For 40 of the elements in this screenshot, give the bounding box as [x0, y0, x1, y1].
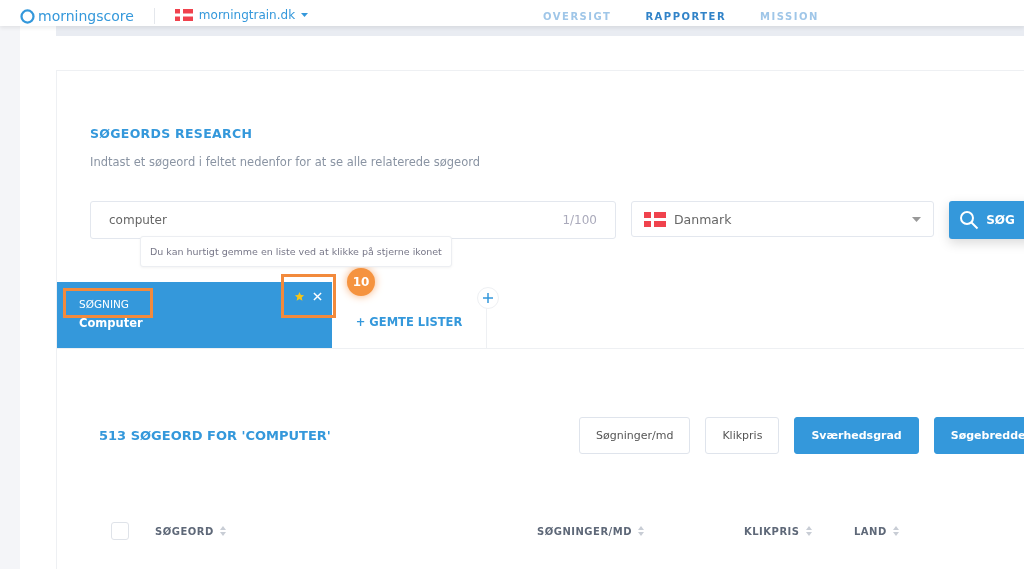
search-tab[interactable]: SØGNING Computer	[57, 282, 332, 348]
caret-icon	[912, 216, 922, 222]
results-title: 513 SØGEORD FOR 'COMPUTER'	[99, 428, 332, 443]
column-header[interactable]: KLIKPRIS	[744, 525, 800, 537]
nav-tab[interactable]: RAPPORTER	[645, 11, 727, 22]
sort-icon[interactable]	[638, 526, 644, 536]
search-value: computer	[109, 213, 167, 227]
caret-icon	[301, 13, 309, 17]
search-icon	[959, 210, 980, 230]
add-tab-button[interactable]	[477, 287, 499, 309]
country-value: Danmark	[674, 211, 733, 227]
tab-label: SØGNING	[79, 298, 130, 310]
flag-icon	[174, 9, 193, 21]
select-all-checkbox[interactable]	[111, 522, 129, 540]
star-icon[interactable]	[294, 290, 305, 302]
tab-subtitle: Computer	[79, 316, 143, 330]
column-header[interactable]: LAND	[854, 525, 887, 537]
logo-icon	[20, 8, 35, 24]
flag-icon	[644, 211, 666, 227]
tooltip: Du kan hurtigt gemme en liste ved at klikke på stjerne ikonet	[140, 236, 452, 267]
logo-text: morningscore	[38, 8, 134, 24]
filter-button[interactable]: Sværhedsgrad	[794, 417, 919, 454]
step-badge: 10	[347, 268, 375, 296]
close-icon[interactable]	[313, 291, 322, 301]
plus-icon	[483, 293, 493, 303]
logo[interactable]: morningscore	[20, 8, 134, 26]
search-button[interactable]: SØG	[949, 201, 1024, 239]
column-header[interactable]: SØGEORD	[155, 525, 214, 537]
column-header[interactable]: SØGNINGER/MD	[537, 525, 632, 537]
filter-button[interactable]: Søgninger/md	[579, 417, 691, 454]
sort-icon[interactable]	[219, 526, 226, 536]
sort-icon[interactable]	[892, 526, 899, 536]
section-subtitle: Indtast et søgeord i feltet nedenfor for at se alle relaterede søgeord	[90, 155, 482, 169]
highlight-frame	[281, 274, 336, 318]
character-counter: 1/100	[562, 213, 597, 227]
site-selector[interactable]: morningtrain.dk	[174, 8, 309, 26]
country-dropdown[interactable]: Danmark	[631, 201, 935, 237]
section-title: SØGEORDS RESEARCH	[90, 126, 254, 141]
filter-button[interactable]: Klikpris	[705, 417, 780, 454]
sort-icon[interactable]	[805, 526, 812, 536]
